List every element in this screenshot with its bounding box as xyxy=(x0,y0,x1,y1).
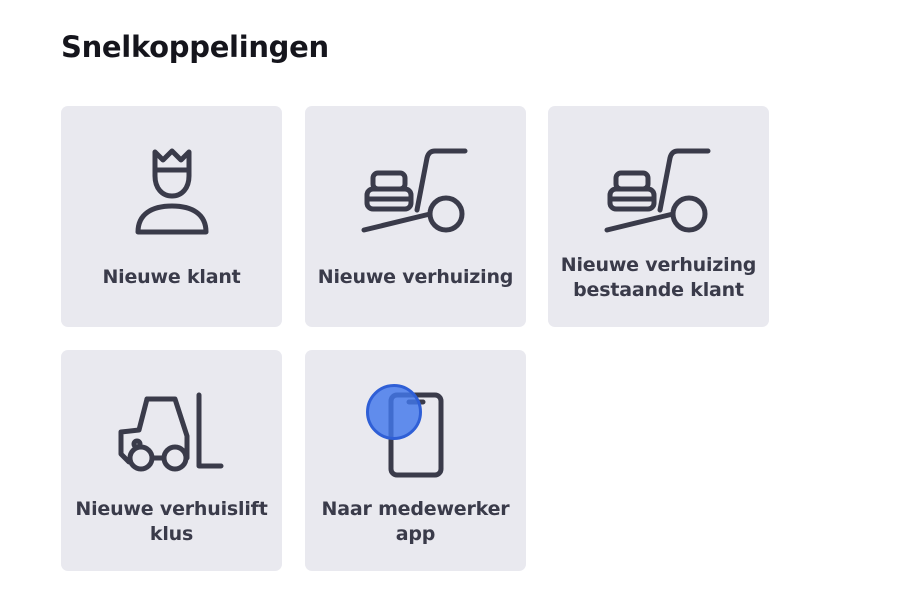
moving-dolly-icon xyxy=(361,148,471,238)
person-crown-icon xyxy=(132,148,212,238)
tile-label-line: app xyxy=(395,523,436,545)
tile-nieuwe-verhuizing[interactable]: Nieuwe verhuizing xyxy=(305,106,526,327)
tile-nieuwe-verhuizing-bestaande-klant[interactable]: Nieuwe verhuizing bestaande klant xyxy=(548,106,769,327)
tile-label-line: Nieuwe verhuizing xyxy=(560,254,757,276)
smartphone-icon xyxy=(387,392,445,478)
tile-label-line: Naar medewerker xyxy=(321,498,510,520)
tile-nieuwe-klant[interactable]: Nieuwe klant xyxy=(61,106,282,327)
tile-label: Nieuwe verhuizing bestaande klant xyxy=(554,253,763,303)
tile-label: Nieuwe verhuislift klus xyxy=(67,497,276,547)
forklift-icon xyxy=(117,392,227,474)
tile-label-line: klus xyxy=(149,523,194,545)
tile-label-line: Nieuwe verhuislift xyxy=(75,498,268,520)
page-title: Snelkoppelingen xyxy=(61,30,329,64)
tile-label: Naar medewerker app xyxy=(311,497,520,547)
tile-naar-medewerker-app[interactable]: Naar medewerker app xyxy=(305,350,526,571)
tile-label: Nieuwe klant xyxy=(102,266,241,288)
tile-nieuwe-verhuislift-klus[interactable]: Nieuwe verhuislift klus xyxy=(61,350,282,571)
moving-dolly-icon xyxy=(604,148,714,238)
tile-label-line: bestaande klant xyxy=(573,279,744,301)
tile-label: Nieuwe verhuizing xyxy=(317,266,514,288)
